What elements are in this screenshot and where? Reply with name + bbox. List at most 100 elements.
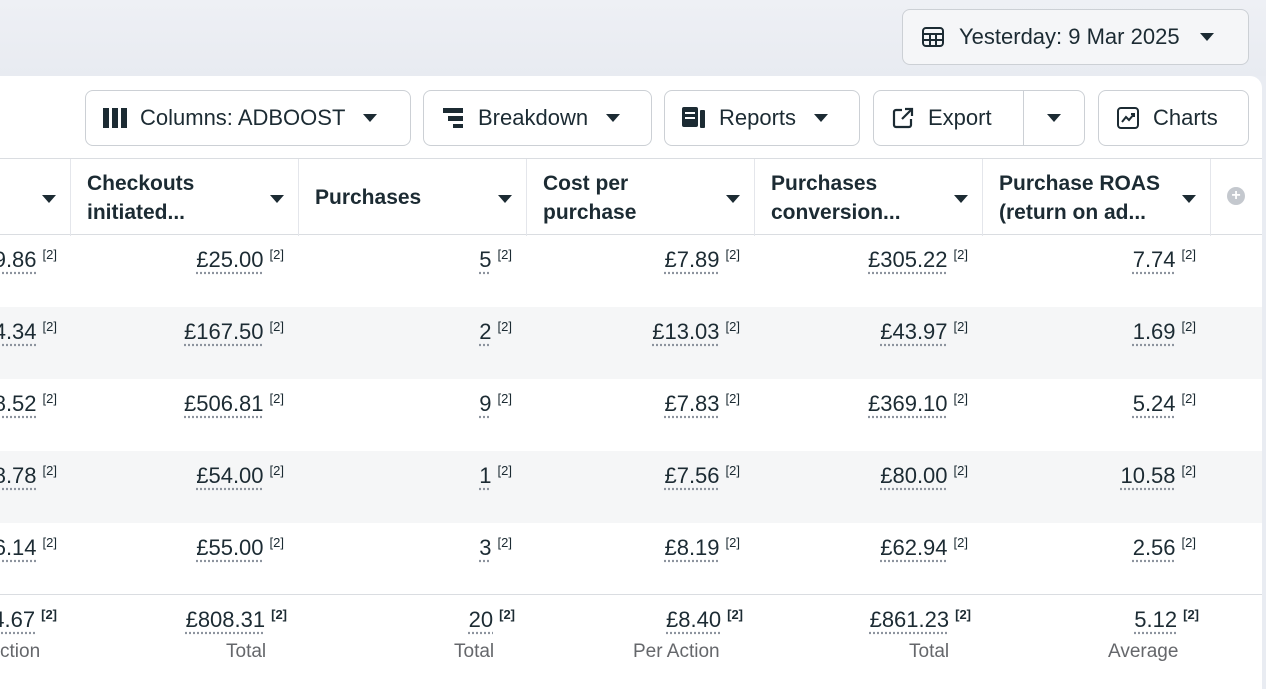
footnote-marker: [2] [1182, 391, 1196, 406]
table-cell[interactable]: 9.86 [2] [0, 247, 57, 273]
footnote-marker: [2] [1182, 247, 1196, 262]
total-cell[interactable]: £808.31 [2] [186, 607, 287, 633]
cell-value: £7.83 [664, 391, 719, 416]
footnote-marker: [2] [43, 319, 57, 334]
footnote-marker: [2] [726, 247, 740, 262]
footnote-marker: [2] [726, 319, 740, 334]
footnote-marker: [2] [271, 607, 287, 622]
table-header: Checkouts initiated... Purchases Cost pe… [0, 158, 1262, 235]
total-cell[interactable]: 20 [2] [469, 607, 515, 633]
reports-label: Reports [719, 105, 796, 131]
table-cell[interactable]: 3 [2] [479, 535, 512, 561]
cell-value: £167.50 [184, 319, 264, 344]
charts-label: Charts [1153, 105, 1218, 131]
footnote-marker: [2] [1182, 463, 1196, 478]
total-label: Average [1108, 641, 1178, 663]
column-header-label: Checkouts initiated... [71, 169, 261, 227]
column-header-label: Cost per purchase [527, 169, 717, 227]
total-cell[interactable]: 5.12 [2] [1134, 607, 1199, 633]
table-cell[interactable]: £54.00 [2] [196, 463, 284, 489]
table-cell[interactable]: £43.97 [2] [880, 319, 968, 345]
table-cell[interactable]: £62.94 [2] [880, 535, 968, 561]
table-cell[interactable]: 4.34 [2] [0, 319, 57, 345]
sort-caret-icon[interactable] [954, 195, 968, 203]
total-cell[interactable]: 4.67 [2] [0, 607, 57, 633]
total-cell[interactable]: £861.23 [2] [870, 607, 971, 633]
column-header-purchases[interactable]: Purchases [299, 159, 527, 236]
cell-value: £13.03 [652, 319, 719, 344]
column-header-purchase-roas[interactable]: Purchase ROAS (return on ad... [983, 159, 1211, 236]
footnote-marker: [2] [954, 535, 968, 550]
total-cell[interactable]: £8.40 [2] [666, 607, 743, 633]
footnote-marker: [2] [727, 607, 743, 622]
table-cell[interactable]: £7.56 [2] [664, 463, 740, 489]
cell-value: 9 [479, 391, 491, 416]
cell-value: 8.78 [0, 463, 37, 488]
table-cell[interactable]: £305.22 [2] [868, 247, 968, 273]
reports-button[interactable]: Reports [664, 90, 860, 146]
sort-caret-icon[interactable] [726, 195, 740, 203]
table-cell[interactable]: £369.10 [2] [868, 391, 968, 417]
cell-value: £305.22 [868, 247, 948, 272]
table-cell[interactable]: £7.89 [2] [664, 247, 740, 273]
cell-value: £54.00 [196, 463, 263, 488]
total-label: Total [909, 641, 949, 663]
footnote-marker: [2] [41, 607, 57, 622]
table-cell[interactable]: 6.14 [2] [0, 535, 57, 561]
table-cell[interactable]: £506.81 [2] [184, 391, 284, 417]
columns-button[interactable]: Columns: ADBOOST [85, 90, 411, 146]
cell-value: 5 [479, 247, 491, 272]
table-cell[interactable]: 5 [2] [479, 247, 512, 273]
table-cell[interactable]: £80.00 [2] [880, 463, 968, 489]
table-cell[interactable]: 2 [2] [479, 319, 512, 345]
breakdown-button[interactable]: Breakdown [423, 90, 652, 146]
column-header-purchases-conversion[interactable]: Purchases conversion... [755, 159, 983, 236]
cell-value: 20 [469, 607, 493, 632]
table-cell[interactable]: 9 [2] [479, 391, 512, 417]
reports-icon [681, 105, 707, 131]
sort-caret-icon[interactable] [1182, 195, 1196, 203]
charts-button[interactable]: Charts [1098, 90, 1249, 146]
cell-value: £808.31 [186, 607, 266, 632]
sort-caret-icon[interactable] [270, 195, 284, 203]
cell-value: £369.10 [868, 391, 948, 416]
table-cell[interactable]: £55.00 [2] [196, 535, 284, 561]
cell-value: 9.86 [0, 247, 37, 272]
table-cell[interactable]: £8.19 [2] [664, 535, 740, 561]
table-cell[interactable]: 1 [2] [479, 463, 512, 489]
table-cell[interactable]: 5.24 [2] [1133, 391, 1196, 417]
table-row: 6.14[2] £55.00[2] 3[2] £8.19[2] £62.94 [2… [0, 523, 1262, 595]
sort-caret-icon[interactable] [42, 195, 56, 203]
table-cell[interactable]: £167.50 [2] [184, 319, 284, 345]
footnote-marker: [2] [270, 319, 284, 334]
breakdown-label: Breakdown [478, 105, 588, 131]
table-cell[interactable]: 2.56 [2] [1133, 535, 1196, 561]
total-label: ction [0, 641, 40, 663]
footnote-marker: [2] [499, 607, 515, 622]
column-header-checkouts[interactable]: Checkouts initiated... [71, 159, 299, 236]
table-cell[interactable]: £25.00 [2] [196, 247, 284, 273]
table-cell[interactable]: 10.58 [2] [1120, 463, 1196, 489]
add-column-icon[interactable]: + [1227, 187, 1245, 205]
table-cell[interactable]: 8.78 [2] [0, 463, 57, 489]
cell-value: 7.74 [1133, 247, 1176, 272]
date-range-button[interactable]: Yesterday: 9 Mar 2025 [902, 9, 1249, 65]
column-header-label: Purchases conversion... [755, 169, 945, 227]
export-dropdown-button[interactable] [1023, 90, 1085, 146]
column-header[interactable] [0, 159, 71, 236]
export-button[interactable]: Export [873, 90, 1025, 146]
column-header-cost-per-purchase[interactable]: Cost per purchase [527, 159, 755, 236]
column-header-label: Purchases [299, 183, 489, 212]
sort-caret-icon[interactable] [498, 195, 512, 203]
table-cell[interactable]: 1.69 [2] [1133, 319, 1196, 345]
table-cell[interactable]: 8.52 [2] [0, 391, 57, 417]
cell-value: £62.94 [880, 535, 947, 560]
table-cell[interactable]: £7.83 [2] [664, 391, 740, 417]
footnote-marker: [2] [498, 319, 512, 334]
total-label: Per Action [633, 641, 720, 663]
footnote-marker: [2] [726, 535, 740, 550]
table-cell[interactable]: £13.03 [2] [652, 319, 740, 345]
table-cell[interactable]: 7.74 [2] [1133, 247, 1196, 273]
cell-value: 8.52 [0, 391, 37, 416]
table-row: 9.86[2] £25.00[2] 5[2] £7.89[2] £305.22[… [0, 235, 1262, 307]
